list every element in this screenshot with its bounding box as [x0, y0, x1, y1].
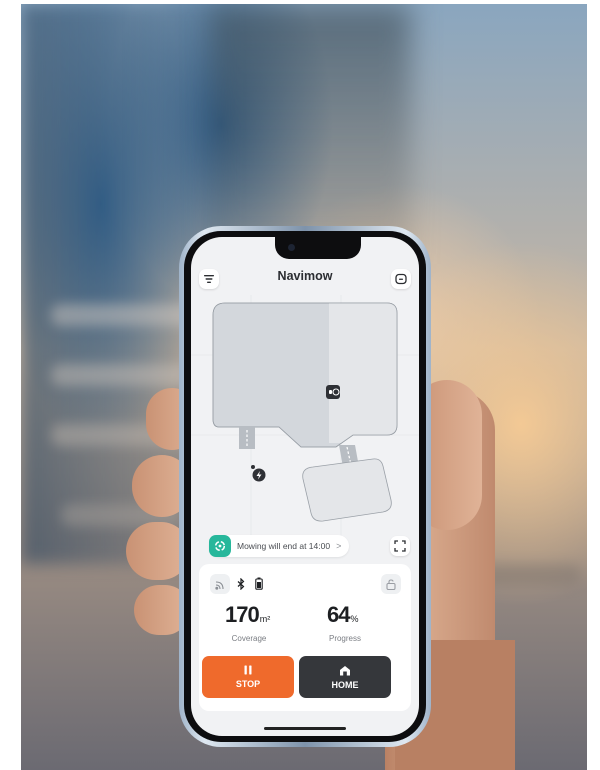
- home-icon: [340, 665, 350, 675]
- minus-square-icon: [395, 273, 407, 285]
- control-card: 170m² Coverage 64% Progress STOP HOME: [199, 564, 411, 711]
- home-button[interactable]: HOME: [299, 656, 391, 698]
- charging-station-icon[interactable]: [251, 465, 266, 482]
- progress-label: Progress: [328, 634, 361, 643]
- page-title: Navimow: [277, 269, 333, 283]
- bluetooth-icon: [237, 578, 245, 590]
- progress-value: 64%: [327, 602, 359, 627]
- battery-icon: [255, 577, 263, 590]
- fit-screen-icon: [394, 540, 406, 552]
- unlock-icon: [386, 578, 396, 590]
- home-button-label: HOME: [331, 679, 359, 690]
- fit-map-button[interactable]: [390, 536, 410, 556]
- mowing-status-icon: [209, 535, 231, 557]
- lawn-zone-mowed: [329, 303, 397, 443]
- lawn-zone-secondary: [302, 458, 392, 522]
- channel-path: [239, 427, 255, 449]
- stop-button[interactable]: STOP: [202, 656, 294, 698]
- stop-button-label: STOP: [235, 679, 261, 689]
- mowing-status-text: Mowing will end at 14:00: [237, 541, 331, 551]
- lawn-map[interactable]: [191, 295, 419, 540]
- front-camera: [288, 244, 295, 251]
- phone-notch: [275, 237, 361, 259]
- app-screen: Navimow Mowing will end at 14:00 > 170m²…: [191, 237, 419, 736]
- phone-frame: Navimow Mowing will end at 14:00 > 170m²…: [179, 226, 431, 747]
- mowing-status-pill[interactable]: Mowing will end at 14:00 >: [209, 535, 350, 557]
- pause-icon: [244, 665, 252, 675]
- coverage-value: 170m²: [225, 602, 271, 627]
- chevron-right-icon: >: [336, 541, 342, 551]
- home-indicator: [264, 727, 346, 730]
- collapse-button[interactable]: [391, 269, 411, 289]
- lock-button[interactable]: [381, 574, 401, 594]
- coverage-label: Coverage: [231, 634, 267, 643]
- signal-badge: [210, 574, 230, 594]
- signal-icon: [214, 580, 224, 590]
- mower-icon[interactable]: [326, 385, 340, 399]
